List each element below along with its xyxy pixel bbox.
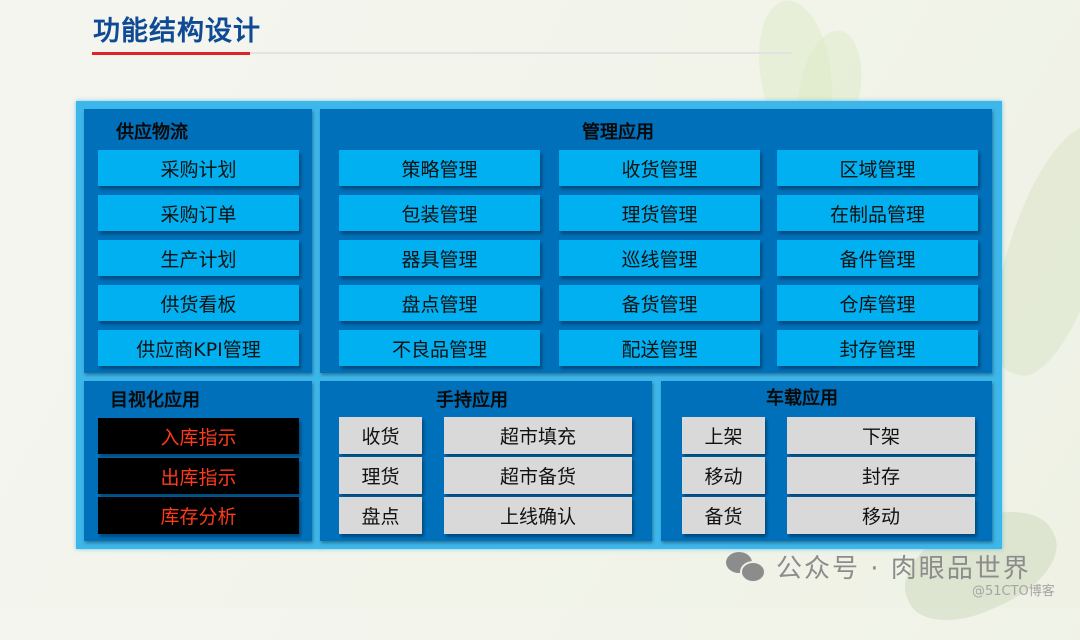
module-vehicle-right-1[interactable]: 封存 bbox=[787, 457, 975, 494]
panel-visual: 目视化应用 入库指示 出库指示 库存分析 bbox=[84, 381, 312, 541]
module-mgmt-0-1[interactable]: 包装管理 bbox=[339, 195, 540, 231]
panel-title: 管理应用 bbox=[582, 122, 654, 143]
module-mgmt-1-3[interactable]: 备货管理 bbox=[559, 285, 760, 321]
panel-title: 目视化应用 bbox=[110, 390, 200, 411]
module-mgmt-0-3[interactable]: 盘点管理 bbox=[339, 285, 540, 321]
panel-title: 供应物流 bbox=[116, 122, 188, 143]
module-mgmt-1-4[interactable]: 配送管理 bbox=[559, 330, 760, 366]
module-mgmt-2-0[interactable]: 区域管理 bbox=[777, 150, 978, 186]
panel-handheld: 手持应用 收货 理货 盘点 超市填充 超市备货 上线确认 bbox=[320, 381, 652, 541]
module-visual-1[interactable]: 出库指示 bbox=[98, 458, 299, 494]
module-supply-2[interactable]: 生产计划 bbox=[98, 240, 299, 276]
module-supply-3[interactable]: 供货看板 bbox=[98, 285, 299, 321]
module-vehicle-left-0[interactable]: 上架 bbox=[682, 417, 765, 454]
module-mgmt-2-2[interactable]: 备件管理 bbox=[777, 240, 978, 276]
module-vehicle-left-1[interactable]: 移动 bbox=[682, 457, 765, 494]
module-vehicle-right-0[interactable]: 下架 bbox=[787, 417, 975, 454]
module-vehicle-left-2[interactable]: 备货 bbox=[682, 497, 765, 534]
panel-title: 手持应用 bbox=[436, 390, 508, 411]
module-supply-1[interactable]: 采购订单 bbox=[98, 195, 299, 231]
module-mgmt-1-0[interactable]: 收货管理 bbox=[559, 150, 760, 186]
module-mgmt-2-4[interactable]: 封存管理 bbox=[777, 330, 978, 366]
module-handheld-right-0[interactable]: 超市填充 bbox=[444, 417, 632, 454]
module-mgmt-2-1[interactable]: 在制品管理 bbox=[777, 195, 978, 231]
panel-management: 管理应用 策略管理 包装管理 器具管理 盘点管理 不良品管理 收货管理 理货管理… bbox=[320, 109, 992, 373]
module-handheld-right-1[interactable]: 超市备货 bbox=[444, 457, 632, 494]
module-mgmt-0-0[interactable]: 策略管理 bbox=[339, 150, 540, 186]
module-handheld-left-1[interactable]: 理货 bbox=[339, 457, 422, 494]
panel-title: 车载应用 bbox=[766, 388, 838, 409]
module-mgmt-1-2[interactable]: 巡线管理 bbox=[559, 240, 760, 276]
module-mgmt-0-4[interactable]: 不良品管理 bbox=[339, 330, 540, 366]
module-supply-4[interactable]: 供应商KPI管理 bbox=[98, 330, 299, 366]
module-handheld-right-2[interactable]: 上线确认 bbox=[444, 497, 632, 534]
module-mgmt-1-1[interactable]: 理货管理 bbox=[559, 195, 760, 231]
module-handheld-left-0[interactable]: 收货 bbox=[339, 417, 422, 454]
module-visual-0[interactable]: 入库指示 bbox=[98, 418, 299, 454]
wechat-icon bbox=[726, 551, 770, 583]
panel-supply-logistics: 供应物流 采购计划 采购订单 生产计划 供货看板 供应商KPI管理 bbox=[84, 109, 312, 373]
title-underline-accent bbox=[92, 52, 250, 55]
panel-vehicle: 车载应用 上架 移动 备货 下架 封存 移动 bbox=[661, 381, 992, 541]
module-mgmt-2-3[interactable]: 仓库管理 bbox=[777, 285, 978, 321]
module-visual-2[interactable]: 库存分析 bbox=[98, 497, 299, 534]
module-mgmt-0-2[interactable]: 器具管理 bbox=[339, 240, 540, 276]
page-title: 功能结构设计 bbox=[93, 16, 261, 47]
module-vehicle-right-2[interactable]: 移动 bbox=[787, 497, 975, 534]
title-underline bbox=[250, 52, 792, 54]
module-supply-0[interactable]: 采购计划 bbox=[98, 150, 299, 186]
watermark-source: @51CTO博客 bbox=[972, 584, 1055, 599]
module-handheld-left-2[interactable]: 盘点 bbox=[339, 497, 422, 534]
